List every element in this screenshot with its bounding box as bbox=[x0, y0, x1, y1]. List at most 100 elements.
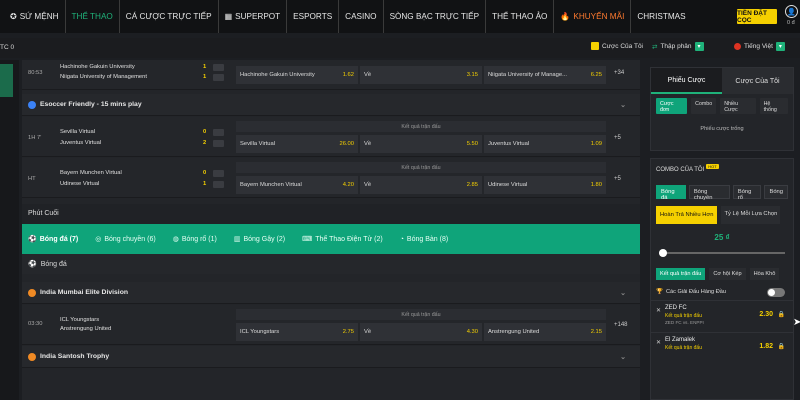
close-icon[interactable]: ✕ bbox=[656, 307, 661, 314]
stats-icon[interactable] bbox=[213, 170, 224, 177]
selection-item: ✕ ZED FC Kết quả trận đấu ZED FC vs. ENP… bbox=[651, 300, 793, 332]
nav-item-su-menh[interactable]: ✪ SỨ MỆNH bbox=[4, 0, 66, 33]
combo-tab-bong-ro[interactable]: Bóng rổ bbox=[732, 185, 762, 201]
league-title: Esoccer Friendly - 15 mins play bbox=[40, 101, 142, 108]
odd-label: Sevilla Virtual bbox=[240, 141, 276, 147]
language-select[interactable]: Tiếng Việt ▾ bbox=[734, 42, 785, 51]
odd-label: Về bbox=[364, 329, 372, 335]
user-icon[interactable]: 👤 bbox=[785, 5, 798, 18]
more-markets-link[interactable]: +5 bbox=[614, 135, 621, 141]
league-header[interactable]: Esoccer Friendly - 15 mins play ⌄ bbox=[22, 94, 640, 116]
toggle-label: Các Giải Đấu Hàng Đầu bbox=[665, 289, 726, 295]
main-content: 80:53 Hachinohe Gakuin University Niigat… bbox=[22, 60, 640, 400]
odd-draw[interactable]: Về 2.85 bbox=[360, 176, 482, 194]
stats-icon[interactable] bbox=[213, 129, 224, 136]
table-row[interactable]: 80:53 Hachinohe Gakuin University Niigat… bbox=[22, 60, 640, 90]
tab-he-thong[interactable]: Hệ thống bbox=[759, 98, 788, 114]
market-tab-co-hoi-kep[interactable]: Cơ hội Kép bbox=[709, 268, 746, 280]
odds-icon: ⇄ bbox=[652, 43, 658, 51]
slider-handle[interactable] bbox=[659, 249, 667, 257]
superpot-icon: ▦ bbox=[224, 12, 233, 21]
nav-item-christmas[interactable]: CHRISTMAS bbox=[631, 0, 691, 33]
lock-icon[interactable]: 🔒 bbox=[778, 343, 785, 350]
league-header[interactable]: India Mumbai Elite Division ⌄ bbox=[22, 282, 640, 304]
combo-sport-tabs: Bóng đá Bóng chuyền Bóng rổ Bóng bbox=[651, 181, 793, 203]
stake-slider[interactable] bbox=[659, 248, 785, 258]
tab-the-thao-dien-tu[interactable]: ⌨ Thể Thao Điện Tử (2) bbox=[302, 235, 383, 244]
tab-bong-ro[interactable]: ◍ Bóng rổ (1) bbox=[173, 235, 217, 244]
odd-home[interactable]: Hachinohe Gakuin University 1.62 bbox=[236, 66, 358, 84]
odd-value: 26.00 bbox=[339, 141, 354, 147]
odd-label: Niigata University of Manage... bbox=[488, 72, 567, 78]
away-team: Anstrengung United bbox=[60, 326, 112, 332]
lock-icon[interactable]: 🔒 bbox=[778, 311, 785, 318]
tab-cuoc-cua-toi[interactable]: Cược Của Tôi bbox=[722, 68, 793, 94]
tab-bong-ban[interactable]: ◔ Bóng Bàn (8) bbox=[400, 236, 448, 243]
more-markets-link[interactable]: +148 bbox=[614, 322, 628, 328]
nav-item-khuyen-mai[interactable]: 🔥 KHUYẾN MÃI bbox=[554, 0, 632, 33]
odd-value: 2.15 bbox=[590, 329, 602, 335]
more-markets-link[interactable]: +5 bbox=[614, 176, 621, 182]
close-icon[interactable]: ✕ bbox=[656, 339, 661, 346]
nav-item-casino[interactable]: CASINO bbox=[339, 0, 384, 33]
top-leagues-toggle[interactable] bbox=[767, 287, 785, 297]
nav-item-the-thao-ao[interactable]: THỂ THAO ẢO bbox=[486, 0, 555, 33]
tab-phieu-cuoc[interactable]: Phiếu Cược bbox=[651, 68, 722, 94]
table-row[interactable]: 1H 7' Sevilla Virtual Juventus Virtual 0… bbox=[22, 117, 640, 157]
odd-home[interactable]: ICL Youngstars 2.75 bbox=[236, 323, 358, 341]
tab-nhieu-cuoc[interactable]: Nhiều Cược bbox=[720, 98, 756, 114]
odd-label: Về bbox=[364, 72, 372, 78]
odd-draw[interactable]: Về 4.30 bbox=[360, 323, 482, 341]
market-tab-ket-qua[interactable]: Kết quả trận đấu bbox=[656, 268, 706, 280]
league-title: India Mumbai Elite Division bbox=[40, 289, 128, 296]
odd-away[interactable]: Anstrengung United 2.15 bbox=[484, 323, 606, 341]
odd-away[interactable]: Juventus Virtual 1.09 bbox=[484, 135, 606, 153]
odd-draw[interactable]: Về 3.15 bbox=[360, 66, 482, 84]
live-icon[interactable] bbox=[213, 181, 224, 188]
odd-value: 1.62 bbox=[342, 72, 354, 78]
tab-cuoc-don[interactable]: Cược đơn bbox=[656, 98, 688, 114]
odd-away[interactable]: Udinese Virtual 1.80 bbox=[484, 176, 606, 194]
nav-item-superpot[interactable]: ▦ SUPERPOT bbox=[219, 0, 288, 33]
chevron-down-icon: ⌄ bbox=[620, 101, 626, 109]
stake-amount: 25 ₫ bbox=[714, 233, 730, 242]
my-bets-toggle[interactable]: Cược Của Tôi bbox=[591, 42, 643, 50]
football-icon: ⚽ bbox=[28, 261, 37, 268]
nav-item-ca-cuoc-truc-tiep[interactable]: CÁ CƯỢC TRỰC TIẾP bbox=[120, 0, 219, 33]
more-return-button[interactable]: Hoàn Trả Nhiều Hơn bbox=[656, 206, 718, 224]
selection-match: ZED FC vs. ENPPI bbox=[665, 320, 704, 325]
market-type-tabs: Kết quả trận đấu Cơ hội Kép Hòa Khô bbox=[651, 264, 793, 284]
tab-bong-gay[interactable]: ▥ Bóng Gậy (2) bbox=[234, 235, 285, 244]
sport-tabs: ⚽ Bóng đá (7) ◎ Bóng chuyền (6) ◍ Bóng rổ (… bbox=[22, 224, 640, 254]
odd-away[interactable]: Niigata University of Manage... 6.25 bbox=[484, 66, 606, 84]
live-icon[interactable] bbox=[213, 140, 224, 147]
combo-tab-bong[interactable]: Bóng bbox=[764, 185, 789, 199]
live-icon[interactable] bbox=[213, 74, 224, 81]
odds-row: ICL Youngstars 2.75 Về 4.30 Anstrengung Un… bbox=[236, 323, 606, 341]
table-row[interactable]: 03:30 ICL Youngstars Anstrengung United … bbox=[22, 305, 640, 345]
odds-format-select[interactable]: ⇄ Thập phân ▾ bbox=[652, 42, 704, 51]
odd-label: Udinese Virtual bbox=[488, 182, 528, 188]
tab-bong-chuyen[interactable]: ◎ Bóng chuyền (6) bbox=[95, 235, 155, 244]
tab-bong-da[interactable]: ⚽ Bóng đá (7) bbox=[28, 235, 78, 244]
home-score: 0 bbox=[203, 170, 207, 176]
nav-item-song-bac-truc-tiep[interactable]: SÒNG BẠC TRỰC TIẾP bbox=[384, 0, 487, 33]
odds-per-pick-button[interactable]: Tỷ Lệ Mỗi Lựa Chọn bbox=[721, 206, 781, 224]
stats-icon[interactable] bbox=[213, 64, 224, 71]
league-header[interactable]: India Santosh Trophy ⌄ bbox=[22, 346, 640, 368]
odd-value: 2.75 bbox=[342, 329, 354, 335]
sport-label: Bóng đá bbox=[40, 260, 67, 268]
odd-home[interactable]: Sevilla Virtual 26.00 bbox=[236, 135, 358, 153]
odd-home[interactable]: Bayern Munchen Virtual 4.20 bbox=[236, 176, 358, 194]
combo-tab-bong-chuyen[interactable]: Bóng chuyền bbox=[688, 185, 730, 201]
combo-tab-bong-da[interactable]: Bóng đá bbox=[656, 185, 686, 201]
nav-item-the-thao[interactable]: THỂ THAO bbox=[66, 0, 120, 33]
more-markets-link[interactable]: +34 bbox=[614, 70, 624, 76]
deposit-button[interactable]: TIỀN ĐẶT CỌC bbox=[737, 9, 777, 24]
table-row[interactable]: HT Bayern Munchen Virtual Udinese Virtua… bbox=[22, 158, 640, 198]
tab-combo[interactable]: Combo bbox=[691, 98, 717, 114]
odds-row: Hachinohe Gakuin University 1.62 Về 3.15 N… bbox=[236, 66, 606, 84]
odd-draw[interactable]: Về 5.50 bbox=[360, 135, 482, 153]
market-tab-hoa-kho[interactable]: Hòa Khô bbox=[749, 268, 780, 280]
nav-item-esports[interactable]: ESPORTS bbox=[287, 0, 340, 33]
